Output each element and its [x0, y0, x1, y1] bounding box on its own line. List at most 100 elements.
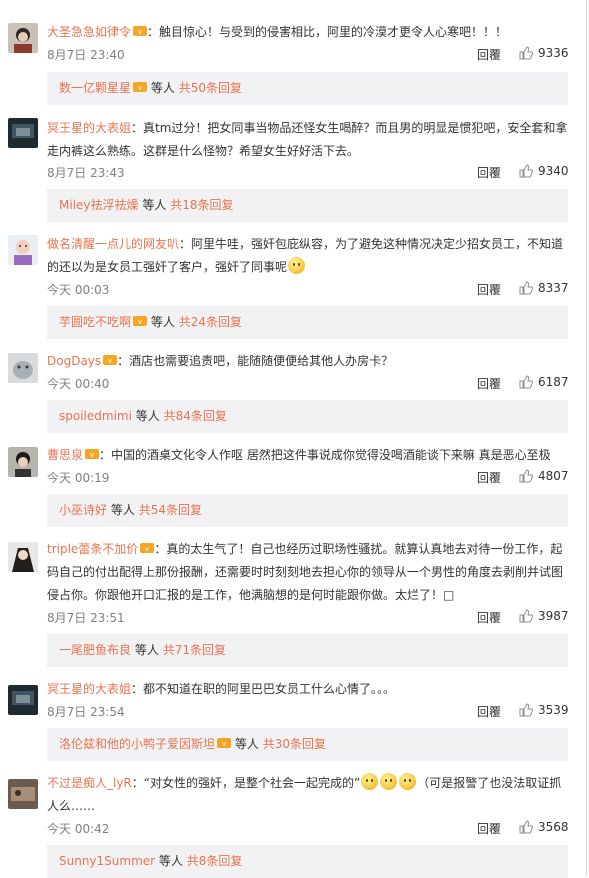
- sub-reply-username[interactable]: Sunny1Summer: [59, 854, 155, 868]
- username-link[interactable]: triple蕾条不加价: [47, 542, 138, 556]
- reply-button[interactable]: 回覆: [477, 609, 501, 626]
- username-link[interactable]: 冥王星的大表姐: [47, 121, 131, 135]
- comment-body: ：都不知道在职的阿里巴巴女员工什么心情了。。。: [131, 682, 396, 696]
- smile-emoji-icon: [361, 773, 379, 790]
- like-button[interactable]: 3987: [519, 609, 569, 623]
- sub-replies-bar[interactable]: 洛伦兹和他的小鸭子爱因斯坦 v 等人 共30条回复: [47, 728, 568, 761]
- avatar[interactable]: [8, 779, 38, 809]
- like-count: 3568: [538, 820, 569, 834]
- avatar[interactable]: [8, 118, 38, 148]
- comment-text: 冥王星的大表姐：都不知道在职的阿里巴巴女员工什么心情了。。。: [47, 678, 572, 701]
- thumbs-up-icon: [519, 46, 534, 60]
- username-link[interactable]: 不过是痴人_lyR: [47, 776, 132, 790]
- comment-time: 8月7日 23:40: [47, 48, 125, 62]
- svg-text:v: v: [90, 451, 94, 459]
- reply-button[interactable]: 回覆: [477, 164, 501, 181]
- username-link[interactable]: DogDays: [47, 354, 101, 368]
- svg-text:v: v: [138, 28, 142, 36]
- comment-text: 不过是痴人_lyR：“对女性的强奸，是整个社会一起完成的” （可是报警了也没法取证…: [47, 772, 572, 818]
- sub-reply-mid: 等人: [134, 643, 159, 657]
- sub-replies-bar[interactable]: 数一亿颗星星 v 等人 共50条回复: [47, 72, 568, 105]
- like-button[interactable]: 8337: [519, 281, 569, 295]
- like-count: 8337: [538, 281, 569, 295]
- sub-reply-count[interactable]: 共54条回复: [139, 503, 202, 517]
- sub-reply-username[interactable]: 洛伦兹和他的小鸭子爱因斯坦: [59, 737, 215, 751]
- avatar[interactable]: [8, 353, 38, 383]
- thumbs-up-icon: [519, 164, 534, 178]
- avatar[interactable]: [8, 685, 38, 715]
- vip-badge-icon: v: [103, 355, 118, 365]
- comment-text: 做名清醒一点儿的网友叭：阿里牛哇，强奸包庇纵容，为了避免这种情况决定少招女员工，…: [47, 233, 572, 279]
- sub-replies-bar[interactable]: Miley祛浮祛燥 等人 共18条回复: [47, 189, 568, 222]
- thumbs-up-icon: [519, 281, 534, 295]
- sub-reply-mid: 等人: [135, 409, 160, 423]
- vip-badge-icon: v: [217, 738, 232, 748]
- reply-button[interactable]: 回覆: [477, 281, 501, 298]
- sub-reply-username[interactable]: Miley祛浮祛燥: [59, 198, 139, 212]
- vip-badge-icon: v: [133, 316, 148, 326]
- sub-reply-username[interactable]: 数一亿颗星星: [59, 81, 131, 95]
- username-link[interactable]: 曹思泉: [47, 448, 83, 462]
- svg-text:v: v: [108, 357, 112, 365]
- comment-time: 8月7日 23:51: [47, 611, 125, 625]
- smile-emoji-icon: [288, 257, 306, 274]
- comment-text: triple蕾条不加价 v ：真的太生气了！自己也经历过职场性骚扰。就算认真地去对待…: [47, 538, 572, 607]
- sub-reply-mid: 等人: [142, 198, 167, 212]
- like-count: 3539: [538, 703, 569, 717]
- reply-button[interactable]: 回覆: [477, 375, 501, 392]
- like-count: 9340: [538, 164, 569, 178]
- sub-reply-username[interactable]: 芋圆吃不吃啊: [59, 315, 131, 329]
- thumbs-up-icon: [519, 703, 534, 717]
- sub-reply-count[interactable]: 共18条回复: [170, 198, 233, 212]
- reply-button[interactable]: 回覆: [477, 469, 501, 486]
- vip-badge-icon: v: [85, 449, 100, 459]
- comment-body: ：触目惊心！与受到的侵害相比，阿里的冷漠才更令人心寒吧！！！: [147, 25, 508, 39]
- like-button[interactable]: 6187: [519, 375, 569, 389]
- sub-reply-count[interactable]: 共84条回复: [164, 409, 227, 423]
- like-button[interactable]: 3539: [519, 703, 569, 717]
- sub-reply-count[interactable]: 共50条回复: [179, 81, 242, 95]
- like-button[interactable]: 9340: [519, 164, 569, 178]
- vip-badge-icon: v: [133, 26, 148, 36]
- avatar[interactable]: [8, 23, 38, 53]
- sub-replies-bar[interactable]: Sunny1Summer 等人 共8条回复: [47, 845, 568, 878]
- sub-replies-bar[interactable]: 小巫诗好 等人 共54条回复: [47, 494, 568, 527]
- like-button[interactable]: 9336: [519, 46, 569, 60]
- comment-text: 曹思泉 v ：中国的酒桌文化令人作呕 居然把这件事说成你觉得没喝酒能谈下来嘛 真是恶…: [47, 444, 572, 467]
- sub-replies-bar[interactable]: 一尾肥鱼布良 等人 共71条回复: [47, 634, 568, 667]
- comment-body: ：酒店也需要追责吧，能随随便便给其他人办房卡？: [117, 354, 394, 368]
- avatar[interactable]: [8, 447, 38, 477]
- sub-reply-count[interactable]: 共24条回复: [179, 315, 242, 329]
- comment-body: ：“对女性的强奸，是整个社会一起完成的”: [131, 776, 361, 790]
- avatar[interactable]: [8, 542, 38, 572]
- avatar[interactable]: [8, 235, 38, 265]
- sub-replies-bar[interactable]: 芋圆吃不吃啊 v 等人 共24条回复: [47, 306, 568, 339]
- reply-button[interactable]: 回覆: [477, 46, 501, 63]
- sub-reply-username[interactable]: 小巫诗好: [59, 503, 107, 517]
- sub-reply-count[interactable]: 共30条回复: [263, 737, 326, 751]
- username-link[interactable]: 大圣急急如律令: [47, 25, 131, 39]
- comment-text: 冥王星的大表姐：真tm过分！把女同事当物品还怪女生喝醉？而且男的明显是惯犯吧，安…: [47, 117, 572, 163]
- username-link[interactable]: 冥王星的大表姐: [47, 682, 131, 696]
- like-count: 9336: [538, 46, 569, 60]
- svg-text:v: v: [138, 318, 142, 326]
- reply-button[interactable]: 回覆: [477, 820, 501, 837]
- comment-time: 8月7日 23:43: [47, 166, 125, 180]
- username-link[interactable]: 做名清醒一点儿的网友叭: [47, 237, 179, 251]
- thumbs-up-icon: [519, 375, 534, 389]
- reply-button[interactable]: 回覆: [477, 703, 501, 720]
- sub-replies-bar[interactable]: spoiledmimi 等人 共84条回复: [47, 400, 568, 433]
- like-button[interactable]: 3568: [519, 820, 569, 834]
- sub-reply-count[interactable]: 共71条回复: [163, 643, 226, 657]
- like-button[interactable]: 4807: [519, 469, 569, 483]
- sub-reply-count[interactable]: 共8条回复: [187, 854, 243, 868]
- sub-reply-mid: 等人: [110, 503, 135, 517]
- sub-reply-mid: 等人: [150, 81, 175, 95]
- sub-reply-mid: 等人: [234, 737, 259, 751]
- smile-emoji-icon: [380, 773, 398, 790]
- comment-text: 大圣急急如律令 v ：触目惊心！与受到的侵害相比，阿里的冷漠才更令人心寒吧！！！: [47, 21, 572, 44]
- thumbs-up-icon: [519, 469, 534, 483]
- sub-reply-username[interactable]: spoiledmimi: [59, 409, 132, 423]
- sub-reply-username[interactable]: 一尾肥鱼布良: [59, 643, 131, 657]
- sub-reply-mid: 等人: [150, 315, 175, 329]
